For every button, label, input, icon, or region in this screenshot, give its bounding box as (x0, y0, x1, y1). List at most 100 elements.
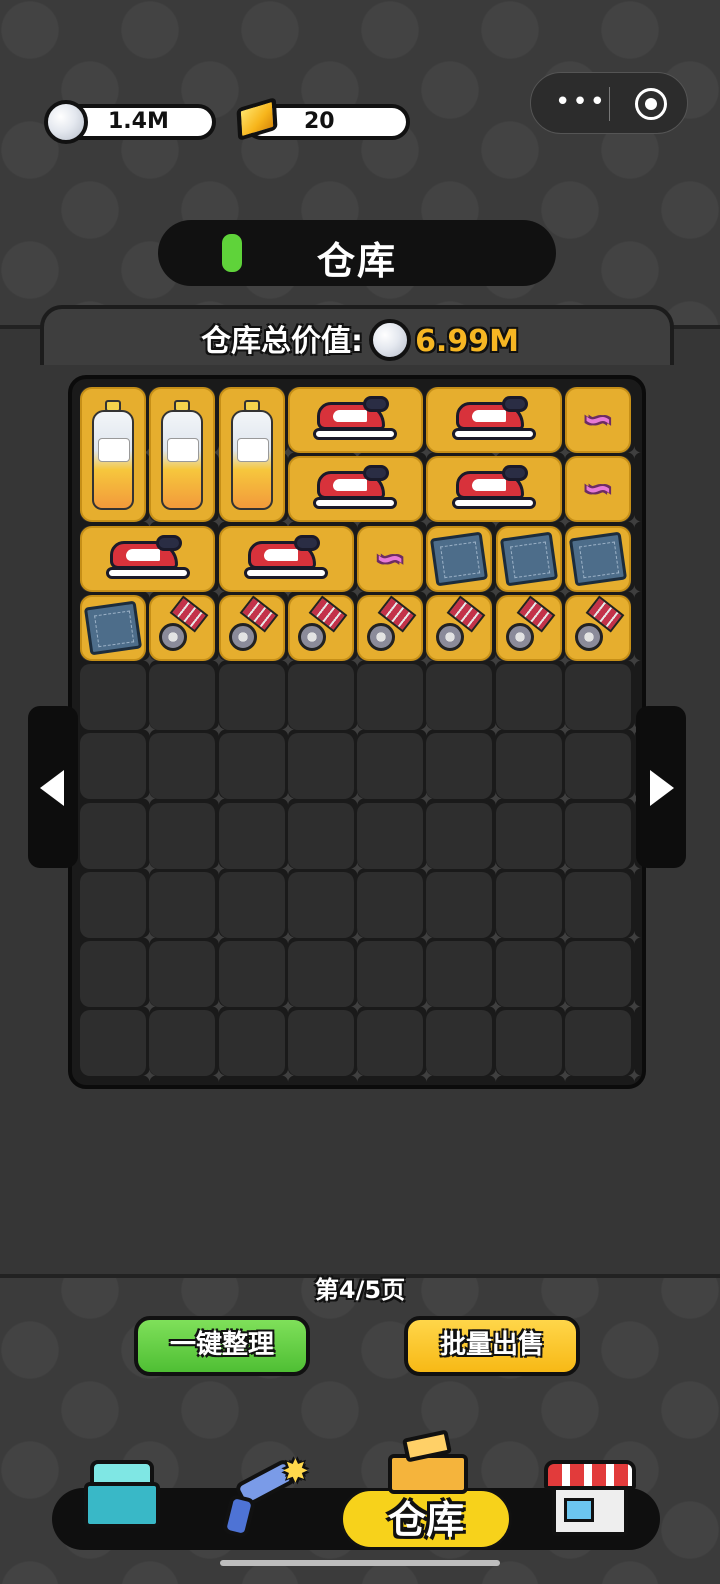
grid-cell[interactable] (80, 871, 157, 949)
grid-cell[interactable] (287, 1010, 365, 1087)
grid-cell[interactable] (357, 802, 434, 880)
sneaker-icon (105, 534, 190, 583)
more-dots-icon[interactable]: ••• (555, 89, 605, 115)
bottle-icon (92, 399, 134, 510)
medal-icon (225, 595, 279, 655)
grid-cell[interactable] (357, 1010, 434, 1087)
grid-cell[interactable] (495, 733, 573, 810)
grid-cell[interactable] (149, 1010, 226, 1087)
inventory-item-medal[interactable] (357, 594, 423, 661)
grid-cell[interactable] (149, 664, 226, 741)
inventory-item-shoe[interactable] (287, 456, 423, 523)
inventory-item-bottle[interactable] (149, 387, 216, 523)
grid-cell[interactable] (80, 664, 157, 741)
silver-amount: 1.4M (108, 109, 169, 134)
grid-cell[interactable] (564, 664, 642, 741)
grid-cell[interactable] (80, 802, 157, 880)
nav-item-warehouse[interactable]: 仓库 (340, 1488, 512, 1550)
crate-icon[interactable] (382, 1429, 472, 1494)
gold-currency[interactable]: 20 (236, 96, 410, 142)
grid-cell[interactable] (495, 664, 573, 741)
grid-cell[interactable] (426, 802, 503, 880)
total-value-label: 仓库总价值: (201, 324, 364, 359)
grid-cell[interactable] (426, 871, 503, 949)
grid-cell[interactable] (495, 802, 573, 880)
grid-cell[interactable] (80, 1010, 157, 1087)
grid-cell[interactable] (426, 733, 503, 810)
inventory-item-candy[interactable]: ∽ (564, 456, 631, 523)
inventory-item-shoe[interactable] (426, 387, 562, 453)
sneaker-icon (451, 396, 536, 444)
inventory-item-medal[interactable] (149, 594, 216, 661)
grid-cell[interactable] (218, 871, 296, 949)
inventory-item-book[interactable] (426, 525, 493, 592)
inventory-item-shoe[interactable] (426, 456, 562, 523)
grid-cell[interactable] (495, 871, 573, 949)
grid-cell[interactable] (149, 802, 226, 880)
grid-cell[interactable] (287, 664, 365, 741)
grid-cell[interactable] (357, 871, 434, 949)
grid-cell[interactable] (564, 1010, 642, 1087)
inventory-grid: ∽ ∽ ∽ (80, 387, 642, 1087)
grid-cell[interactable] (357, 733, 434, 810)
grid-cell[interactable] (149, 941, 226, 1018)
grid-cell[interactable] (564, 871, 642, 949)
grid-cell[interactable] (218, 802, 296, 880)
prev-page-button[interactable] (28, 706, 78, 868)
medal-icon (432, 595, 486, 655)
inventory-item-book[interactable] (495, 525, 562, 592)
inventory-item-bottle[interactable] (80, 387, 146, 523)
inventory-item-shoe[interactable] (218, 525, 354, 592)
inventory-item-candy[interactable]: ∽ (564, 387, 631, 453)
grid-cell[interactable] (80, 733, 157, 810)
grid-cell[interactable] (564, 802, 642, 880)
inventory-item-bottle[interactable] (218, 387, 285, 523)
grid-cell[interactable] (357, 941, 434, 1018)
inventory-item-shoe[interactable] (287, 387, 423, 453)
page-title: 仓库 (316, 239, 397, 283)
grid-cell[interactable] (218, 733, 296, 810)
target-icon[interactable] (635, 88, 667, 120)
candy-icon: ∽ (374, 538, 406, 579)
revolver-icon[interactable]: ✸ (218, 1452, 310, 1542)
grid-cell[interactable] (357, 664, 434, 741)
grid-cell[interactable] (426, 664, 503, 741)
inventory-item-shoe[interactable] (80, 525, 216, 592)
grid-cell[interactable] (495, 941, 573, 1018)
medal-icon (502, 595, 556, 655)
grid-cell[interactable] (287, 802, 365, 880)
toolbox-icon[interactable] (84, 1456, 160, 1530)
nav-warehouse-label: 仓库 (387, 1498, 464, 1542)
inventory-item-book[interactable] (564, 525, 631, 592)
grid-cell[interactable] (218, 1010, 296, 1087)
inventory-item-medal[interactable] (495, 594, 562, 661)
grid-cell[interactable] (218, 941, 296, 1018)
capsule-divider (609, 87, 610, 121)
silver-coin-icon (44, 100, 88, 144)
silver-currency[interactable]: 1.4M (44, 100, 216, 144)
shop-icon[interactable] (544, 1460, 636, 1538)
grid-cell[interactable] (149, 871, 226, 949)
inventory-item-medal[interactable] (426, 594, 493, 661)
sneaker-icon (313, 465, 398, 513)
inventory-item-book[interactable] (80, 594, 146, 661)
grid-cell[interactable] (287, 871, 365, 949)
next-page-button[interactable] (636, 706, 686, 868)
inventory-item-medal[interactable] (218, 594, 285, 661)
grid-cell[interactable] (426, 1010, 503, 1087)
grid-cell[interactable] (287, 941, 365, 1018)
grid-cell[interactable] (149, 733, 226, 810)
inventory-item-candy[interactable]: ∽ (357, 525, 423, 592)
sneaker-icon (244, 534, 329, 583)
bulk-sell-button[interactable]: 批量出售 (404, 1316, 580, 1376)
grid-cell[interactable] (287, 733, 365, 810)
grid-cell[interactable] (564, 941, 642, 1018)
grid-cell[interactable] (80, 941, 157, 1018)
inventory-item-medal[interactable] (287, 594, 354, 661)
inventory-item-medal[interactable] (564, 594, 631, 661)
grid-cell[interactable] (426, 941, 503, 1018)
grid-cell[interactable] (495, 1010, 573, 1087)
grid-cell[interactable] (564, 733, 642, 810)
organize-button[interactable]: 一键整理 (134, 1316, 310, 1376)
grid-cell[interactable] (218, 664, 296, 741)
